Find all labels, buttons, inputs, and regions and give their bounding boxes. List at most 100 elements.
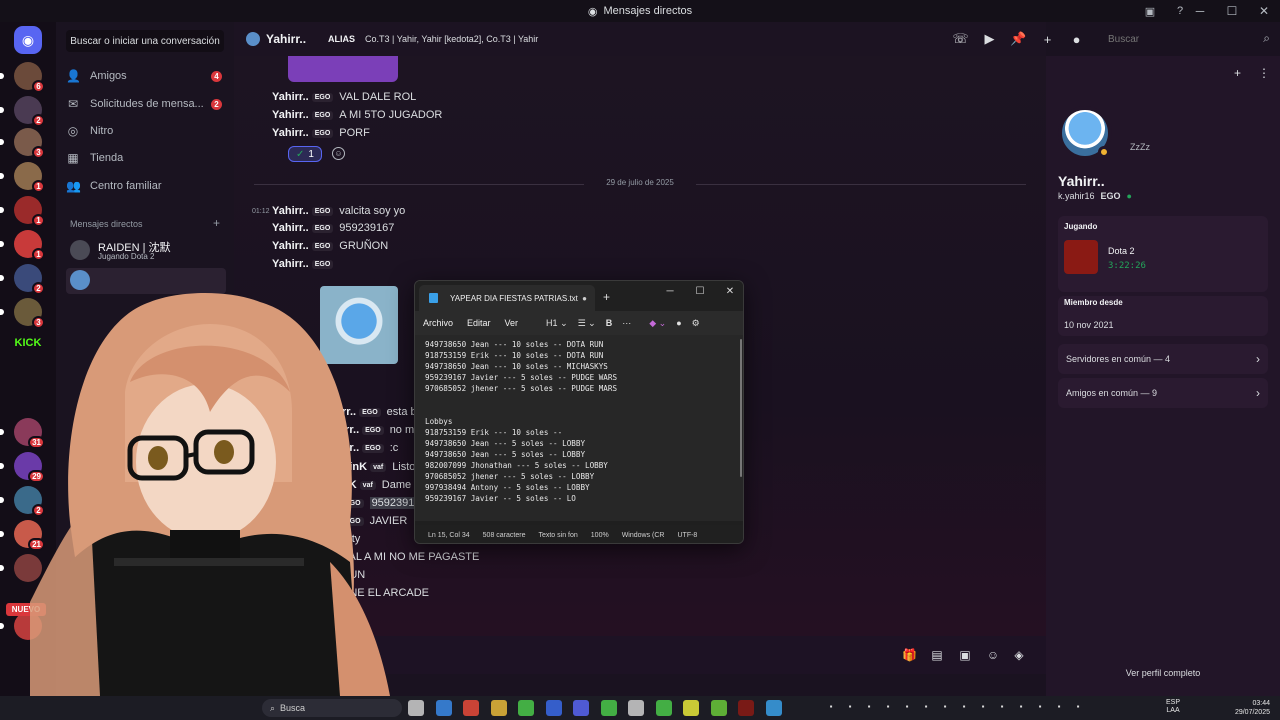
maximize-button[interactable]: ☐	[1216, 0, 1248, 22]
dm-user-active[interactable]	[66, 268, 226, 294]
apps-icon[interactable]: ◈	[1012, 648, 1026, 662]
list-dropdown-icon[interactable]: ☰ ⌄	[578, 318, 596, 329]
menu-editar[interactable]: Editar	[467, 318, 491, 328]
account-icon[interactable]: ●	[676, 318, 681, 328]
tray-icon[interactable]: ▪	[1016, 702, 1026, 712]
server-icon[interactable]: 6	[0, 62, 45, 93]
add-reaction-icon[interactable]: ☺	[332, 147, 345, 160]
add-member-icon[interactable]: +	[1033, 32, 1062, 47]
tray-icon[interactable]: ▪	[826, 702, 836, 712]
tray-icon[interactable]: ▪	[940, 702, 950, 712]
message-author[interactable]: irr..	[342, 424, 359, 436]
pin-icon[interactable]: 📌	[1004, 31, 1033, 47]
taskbar-app-icon[interactable]	[710, 700, 727, 716]
emoji-icon[interactable]: ☺	[986, 648, 1000, 662]
taskbar-app-icon[interactable]	[738, 700, 754, 716]
minimize-button[interactable]: ─	[655, 281, 685, 301]
tray-icon[interactable]: ▪	[845, 702, 855, 712]
reaction-check[interactable]: ✓ 1	[288, 146, 322, 162]
message-author[interactable]: irr..	[342, 442, 359, 454]
close-button[interactable]: ✕	[715, 281, 743, 301]
taskbar-app-icon[interactable]	[683, 700, 699, 716]
heading-dropdown[interactable]: H1 ⌄	[546, 318, 568, 329]
notepad-editor[interactable]: 949738650 Jean --- 10 soles -- DOTA RUN 9…	[415, 335, 743, 521]
nav-message-requests[interactable]: ✉ Solicitudes de mensa... 2	[66, 92, 226, 116]
menu-archivo[interactable]: Archivo	[423, 318, 453, 328]
message-composer[interactable]: 🎁 ▤ ▣ ☺ ◈	[234, 636, 1046, 674]
taskbar-app-icon[interactable]	[435, 700, 452, 716]
taskbar-app-icon[interactable]	[655, 700, 672, 716]
smurf-image-attachment[interactable]	[320, 286, 398, 364]
tray-icon[interactable]: ▪	[978, 702, 988, 712]
taskbar-app-icon[interactable]	[628, 700, 644, 716]
server-icon[interactable]: 31	[0, 418, 45, 449]
taskbar-app-icon[interactable]	[490, 700, 507, 716]
server-icon[interactable]: 21	[0, 520, 45, 551]
server-icon[interactable]: 1	[0, 162, 45, 193]
notepad-text[interactable]: 949738650 Jean --- 10 soles -- DOTA RUN 9…	[425, 339, 735, 504]
taskbar-app-icon[interactable]	[765, 700, 782, 716]
tray-icon[interactable]: ▪	[997, 702, 1007, 712]
discord-home-button[interactable]: ◉	[14, 26, 42, 54]
nav-shop[interactable]: ▦ Tienda	[66, 146, 226, 170]
tray-icon[interactable]: ▪	[1054, 702, 1064, 712]
message-author[interactable]: rr..	[342, 406, 356, 418]
copilot-icon[interactable]: ◆ ⌄	[649, 318, 666, 329]
server-icon[interactable]: 29	[0, 452, 45, 483]
add-friend-icon[interactable]: +	[1234, 66, 1241, 80]
tray-icon[interactable]: ▪	[902, 702, 912, 712]
server-icon[interactable]	[0, 612, 42, 640]
image-attachment[interactable]	[288, 56, 398, 82]
tray-icon[interactable]: ▪	[1035, 702, 1045, 712]
taskbar-app-icon[interactable]	[573, 700, 589, 716]
tray-icon[interactable]: ▪	[883, 702, 893, 712]
close-button[interactable]: ✕	[1248, 0, 1280, 22]
scrollbar[interactable]	[740, 339, 742, 477]
server-icon[interactable]: 2	[0, 486, 45, 517]
settings-gear-icon[interactable]: ⚙	[692, 318, 700, 329]
tray-icon[interactable]: ▪	[959, 702, 969, 712]
tray-icon[interactable]: ▪	[864, 702, 874, 712]
taskbar-app-icon[interactable]	[463, 700, 479, 716]
taskbar-app-icon[interactable]	[518, 700, 534, 716]
gif-icon[interactable]: ▤	[930, 648, 944, 662]
nav-family-center[interactable]: 👥 Centro familiar	[66, 174, 226, 198]
taskbar-app-icon[interactable]	[545, 700, 562, 716]
view-full-profile-link[interactable]: Ver perfil completo	[1046, 668, 1280, 678]
video-call-icon[interactable]: ▶	[975, 31, 1004, 47]
language-indicator[interactable]: ESP LAA	[1166, 699, 1180, 715]
sticker-icon[interactable]: ▣	[958, 648, 972, 662]
mutual-friends-button[interactable]: Amigos en común — 9 ›	[1058, 378, 1268, 408]
taskbar-search[interactable]: ⌕ Busca	[262, 699, 402, 717]
message-author[interactable]: o	[342, 533, 349, 545]
clock[interactable]: 03:44 29/07/2025	[1226, 699, 1270, 717]
dm-search-button[interactable]: Buscar o iniciar una conversación	[66, 30, 224, 52]
bold-button[interactable]: B	[606, 318, 613, 328]
voice-call-icon[interactable]: ☏	[946, 31, 975, 47]
taskbar-app-icon[interactable]	[408, 700, 424, 716]
maximize-button[interactable]: ☐	[685, 281, 715, 301]
server-icon[interactable]: 3	[0, 298, 45, 329]
server-icon[interactable]: 3	[0, 128, 45, 159]
minimize-button[interactable]: ─	[1184, 0, 1216, 22]
dm-user-raiden[interactable]: RAIDEN | 沈默 Jugando Dota 2	[66, 238, 226, 264]
message-author[interactable]: PinK	[342, 461, 367, 473]
menu-ver[interactable]: Ver	[505, 318, 519, 328]
gift-icon[interactable]: 🎁	[902, 648, 917, 662]
unsaved-dot-icon[interactable]: ●	[582, 294, 587, 303]
server-icon[interactable]: 2	[0, 96, 45, 127]
nav-friends[interactable]: 👤 Amigos 4	[66, 64, 226, 88]
user-profile-icon[interactable]: ●	[1062, 32, 1091, 47]
mutual-servers-button[interactable]: Servidores en común — 4 ›	[1058, 344, 1268, 374]
tray-icon[interactable]: ▪	[1073, 702, 1083, 712]
tray-icon[interactable]: ▪	[921, 702, 931, 712]
server-icon[interactable]: 2	[0, 264, 45, 295]
server-icon[interactable]: 1	[0, 230, 45, 261]
server-icon[interactable]: 1	[0, 196, 45, 227]
new-tab-button[interactable]: +	[603, 290, 610, 304]
chat-recipient[interactable]: Yahirr..	[234, 32, 306, 46]
message-author[interactable]: nK	[342, 479, 357, 491]
inbox-icon[interactable]: ▣	[1142, 3, 1158, 19]
notepad-tab[interactable]: YAPEAR DIA FIESTAS PATRIAS.txt ●	[419, 285, 595, 311]
taskbar-app-icon[interactable]	[600, 700, 617, 716]
